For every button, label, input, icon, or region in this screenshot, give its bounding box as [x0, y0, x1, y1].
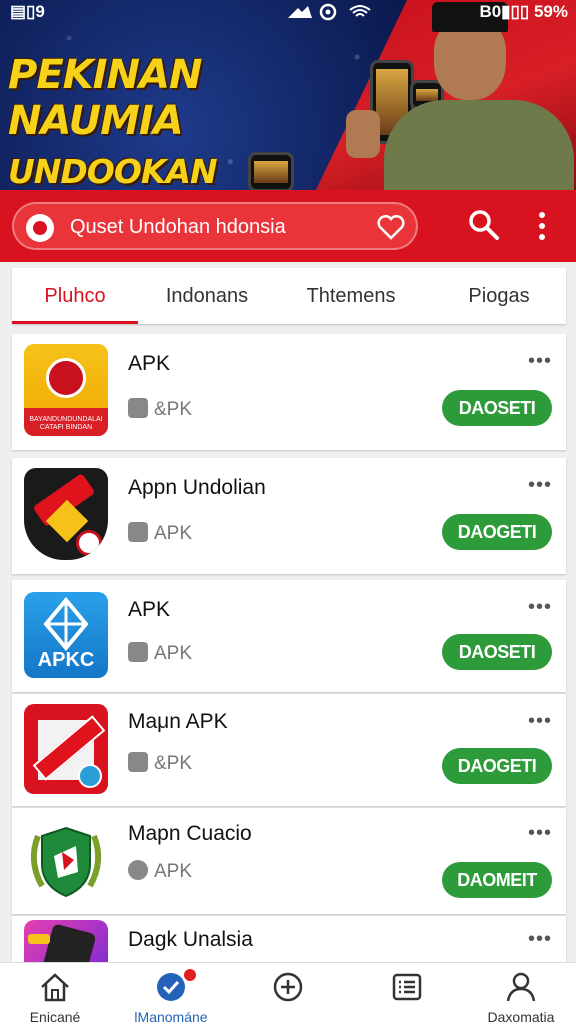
- app-name: APK: [128, 352, 171, 375]
- app-name: Mapn Cuacio: [128, 822, 252, 845]
- list-item[interactable]: Appn Undolian APK ••• DAOGETI: [12, 458, 566, 574]
- heart-icon: [128, 860, 148, 880]
- get-button[interactable]: DAOSETI: [442, 634, 552, 670]
- tab-piogas[interactable]: Piogas: [432, 268, 566, 324]
- search-tag-icon: [128, 522, 148, 542]
- app-name: Maμn APK: [128, 710, 228, 733]
- banner-title: PEKINAN NAUMIA UNDOOKAN IDANESIA: [8, 52, 388, 190]
- home-icon: [41, 973, 69, 1002]
- bottom-navigation: Enicané lManománe Daxomatia: [0, 962, 576, 1024]
- promo-banner[interactable]: PEKINAN NAUMIA UNDOOKAN IDANESIA ▤▯9 B0▮…: [0, 0, 576, 190]
- nav-label: lManománe: [134, 1009, 208, 1024]
- emblem-icon: [26, 214, 54, 242]
- check-circle-icon: [157, 973, 185, 1001]
- add-circle-icon: [273, 972, 303, 1002]
- list-item[interactable]: Maμn APK &PK ••• DAOGETI: [12, 694, 566, 806]
- app-subtitle: &PK: [128, 398, 192, 421]
- app-icon: APKC: [24, 592, 108, 678]
- more-icon[interactable]: •••: [528, 929, 552, 949]
- more-icon[interactable]: •••: [528, 351, 552, 371]
- app-icon: [24, 920, 108, 964]
- banner-person-image: [346, 0, 576, 190]
- nav-add[interactable]: [233, 963, 343, 1024]
- gear-icon: [128, 642, 148, 662]
- app-name: Appn Undolian: [128, 476, 266, 499]
- nav-profile[interactable]: Daxomatia: [466, 963, 576, 1024]
- list-item[interactable]: Dagk Unalsia •••: [12, 916, 566, 964]
- more-icon[interactable]: •••: [528, 475, 552, 495]
- app-name: Dagk Unalsia: [128, 928, 253, 951]
- category-tabs: Pluhco Indonans Thtemens Piogas: [12, 268, 566, 324]
- tab-thtemens[interactable]: Thtemens: [282, 268, 420, 324]
- app-subtitle: APK: [128, 522, 192, 545]
- heart-icon[interactable]: [376, 212, 406, 242]
- profile-icon: [506, 972, 536, 1002]
- store-icon: [128, 752, 148, 772]
- status-left: ▤▯9: [10, 2, 45, 21]
- app-subtitle: APK: [128, 642, 192, 665]
- app-icon: [24, 468, 108, 560]
- search-placeholder: Quset Undohan hdonsia: [70, 216, 286, 238]
- active-tab-indicator: [12, 321, 138, 324]
- search-input[interactable]: Quset Undohan hdonsia: [12, 202, 418, 250]
- heart-outline-icon: [128, 398, 148, 418]
- tab-indonans[interactable]: Indonans: [142, 268, 272, 324]
- banner-title-line2: UNDOOKAN IDANESIA: [8, 152, 218, 190]
- nav-label: Enicané: [29, 1009, 81, 1024]
- list-icon: [392, 973, 422, 1001]
- tab-pluhco[interactable]: Pluhco: [12, 268, 138, 324]
- get-button[interactable]: DAOGETI: [442, 748, 552, 784]
- app-icon-caption: APKC: [37, 649, 95, 671]
- notification-badge: [184, 969, 196, 981]
- app-icon: [24, 704, 108, 794]
- app-name: APK: [128, 598, 171, 621]
- app-icon: BAYANDUNDUNDALAI CATAFI BINDAN: [24, 344, 108, 436]
- search-icon[interactable]: [466, 207, 500, 241]
- app-subtitle: &PK: [128, 752, 192, 775]
- nav-label: Daxomatia: [487, 1009, 555, 1024]
- list-item[interactable]: BAYANDUNDUNDALAI CATAFI BINDAN APK &PK •…: [12, 334, 566, 450]
- list-item[interactable]: APKC APK APK ••• DAOSETI: [12, 580, 566, 692]
- app-icon-caption: BAYANDUNDUNDALAI CATAFI BINDAN: [29, 416, 103, 431]
- status-bar: ▤▯9 B0▮▯▯ 59%: [0, 0, 576, 26]
- banner-title-line1: PEKINAN NAUMIA: [8, 52, 202, 144]
- nav-list[interactable]: [352, 963, 462, 1024]
- get-button[interactable]: DAOSETI: [442, 390, 552, 426]
- list-item[interactable]: Mapn Cuacio APK ••• DAOMEIT: [12, 808, 566, 914]
- more-icon[interactable]: •••: [528, 823, 552, 843]
- nav-home[interactable]: Enicané: [0, 963, 110, 1024]
- get-button[interactable]: DAOGETI: [442, 514, 552, 550]
- nav-manomane[interactable]: lManománe: [116, 963, 226, 1024]
- more-icon[interactable]: •••: [528, 597, 552, 617]
- app-subtitle: APK: [128, 860, 192, 883]
- app-icon: [24, 816, 108, 906]
- get-button[interactable]: DAOMEIT: [442, 862, 552, 898]
- status-icons: [286, 2, 406, 27]
- more-icon[interactable]: •••: [528, 711, 552, 731]
- status-right: B0▮▯▯ 59%: [479, 2, 568, 21]
- more-vert-icon[interactable]: [532, 209, 552, 243]
- signal-wifi-icon: [288, 3, 371, 21]
